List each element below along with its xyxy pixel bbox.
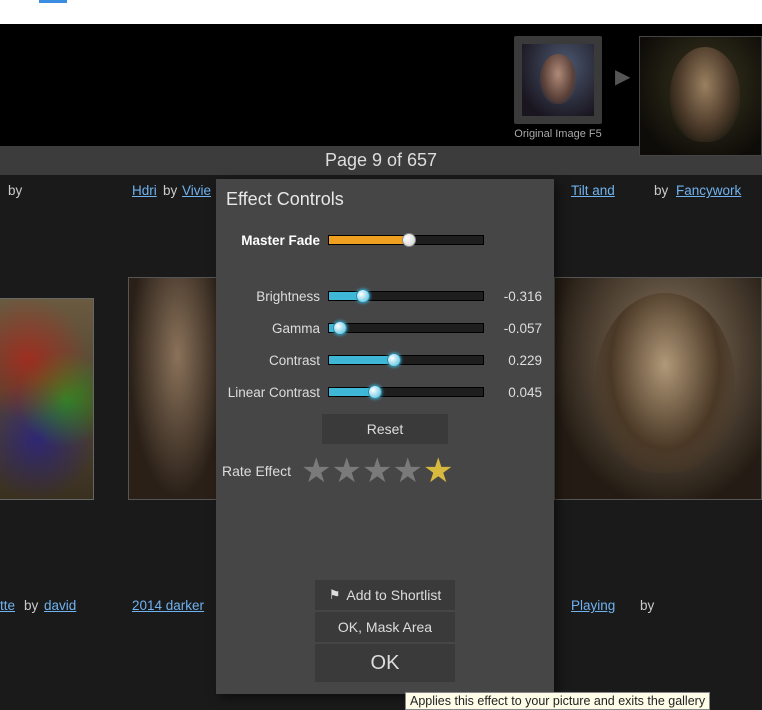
arrow-icon: ▶: [615, 64, 630, 89]
rate-star-4[interactable]: ★: [392, 452, 422, 490]
flag-icon: ⚑: [329, 587, 341, 603]
header-image-strip: Original Image F5 ▶: [0, 24, 762, 146]
original-thumb-wrap[interactable]: Original Image F5: [514, 36, 602, 140]
slider-value: -0.057: [484, 321, 542, 336]
link-playing[interactable]: Playing: [571, 598, 615, 613]
slider-gamma[interactable]: [328, 318, 484, 338]
gallery-preview-right[interactable]: [554, 277, 762, 500]
master-fade-row: Master Fade: [216, 224, 554, 256]
gallery-preview-left[interactable]: [0, 298, 94, 500]
rate-label: Rate Effect: [222, 463, 291, 479]
by-label: by: [8, 183, 22, 198]
gallery-preview-mid[interactable]: [128, 277, 218, 500]
slider-linear-contrast[interactable]: [328, 382, 484, 402]
ok-button[interactable]: OK: [315, 644, 455, 682]
rate-row: Rate Effect ★★★★★: [216, 452, 554, 490]
slider-row-brightness: Brightness -0.316: [216, 280, 554, 312]
slider-value: 0.045: [484, 385, 542, 400]
reset-button[interactable]: Reset: [322, 414, 448, 444]
slider-label: Gamma: [220, 321, 328, 336]
by-label: by: [654, 183, 668, 198]
rate-star-3[interactable]: ★: [362, 452, 392, 490]
preview-thumb: [639, 36, 762, 156]
link-fancywork[interactable]: Fancywork: [676, 183, 741, 198]
tooltip: Applies this effect to your picture and …: [405, 692, 710, 710]
slider-label: Contrast: [220, 353, 328, 368]
link-vivie[interactable]: Vivie: [182, 183, 211, 198]
top-white-strip: [0, 0, 762, 24]
master-fade-label: Master Fade: [220, 233, 328, 248]
link-hdri[interactable]: Hdri: [132, 183, 157, 198]
slider-contrast[interactable]: [328, 350, 484, 370]
link-tilt[interactable]: Tilt and: [571, 183, 615, 198]
slider-row-gamma: Gamma -0.057: [216, 312, 554, 344]
original-thumb: [522, 44, 594, 116]
rate-star-2[interactable]: ★: [332, 452, 362, 490]
slider-value: 0.229: [484, 353, 542, 368]
slider-row-linear-contrast: Linear Contrast 0.045: [216, 376, 554, 408]
top-blue-accent: [39, 0, 67, 3]
by-label: by: [640, 598, 654, 613]
panel-title: Effect Controls: [216, 179, 554, 224]
effect-controls-panel: Effect Controls Master Fade Brightness -0…: [216, 179, 554, 694]
preview-thumb-wrap[interactable]: [639, 36, 762, 156]
by-label: by: [163, 183, 177, 198]
rate-star-5[interactable]: ★: [423, 452, 453, 490]
slider-label: Linear Contrast: [220, 385, 328, 400]
shortlist-label: Add to Shortlist: [346, 587, 441, 603]
link-2014-darker[interactable]: 2014 darker: [132, 598, 204, 613]
panel-button-stack: ⚑ Add to Shortlist OK, Mask Area OK: [315, 580, 455, 682]
by-label: by: [24, 598, 38, 613]
slider-brightness[interactable]: [328, 286, 484, 306]
ok-mask-area-button[interactable]: OK, Mask Area: [315, 612, 455, 642]
slider-row-contrast: Contrast 0.229: [216, 344, 554, 376]
add-to-shortlist-button[interactable]: ⚑ Add to Shortlist: [315, 580, 455, 610]
slider-label: Brightness: [220, 289, 328, 304]
rate-star-1[interactable]: ★: [301, 452, 331, 490]
master-fade-slider[interactable]: [328, 230, 484, 250]
link-tte[interactable]: tte: [0, 598, 15, 613]
link-david[interactable]: david: [44, 598, 76, 613]
slider-value: -0.316: [484, 289, 542, 304]
original-thumb-label: Original Image F5: [514, 128, 601, 140]
